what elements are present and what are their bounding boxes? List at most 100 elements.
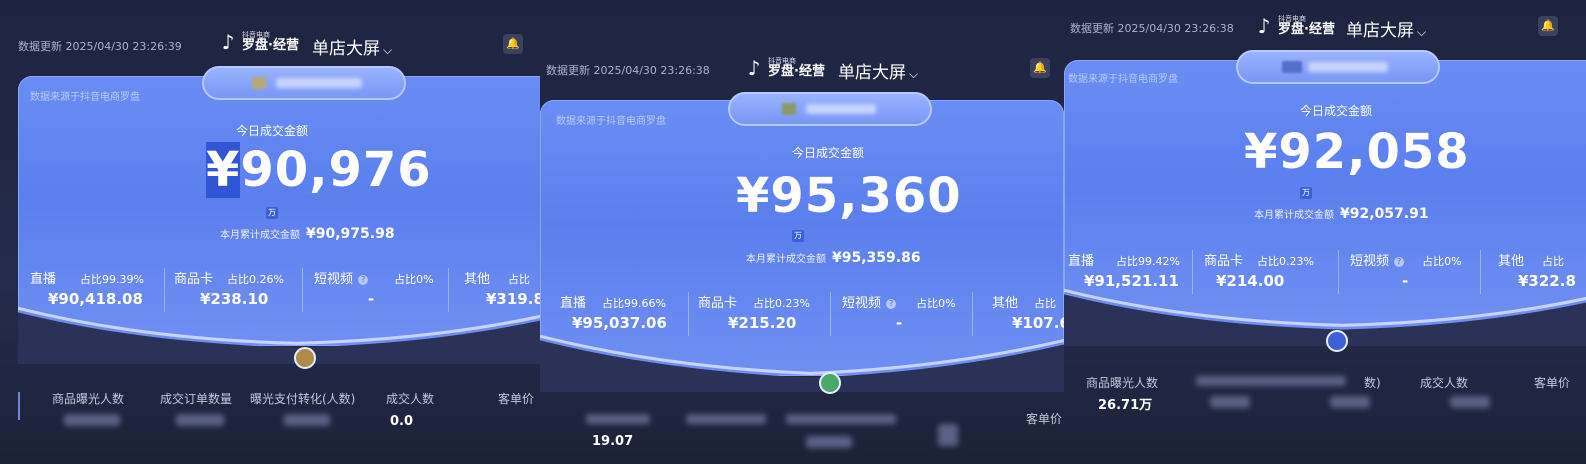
update-time: 数据更新 2025/04/30 23:26:39 [18,40,182,53]
metric-share: 占比0.26% [227,273,284,286]
today-sales-label: 今日成交金额 [1300,104,1373,118]
stat-label: 成交人数 [386,392,435,406]
shop-level-badge [1326,330,1348,352]
shop-name-redacted [276,78,362,88]
compass-logo: ♪ 抖音电商 罗盘·经营 [1254,14,1335,38]
stat-label-redacted [586,414,650,424]
data-source-note: 数据来源于抖音电商罗盘 [30,92,140,103]
metric-product-card: 商品卡 占比0.23% ¥214.00 [1204,250,1334,290]
today-sales-amount: ¥90,976 [206,142,432,198]
screen-title: 单店大屏 [312,39,380,59]
stat-label-redacted [686,414,766,424]
month-total-value: ¥92,057.91 [1340,206,1429,222]
shop-name-redacted [806,104,876,114]
card-wave [540,334,1064,392]
yen-symbol: ¥ [1244,124,1279,180]
tiktok-note-icon: ♪ [1257,14,1271,38]
yen-symbol[interactable]: ¥ [206,142,241,198]
stat-label: 商品曝光人数 [52,392,125,406]
today-sales-label: 今日成交金额 [236,124,309,138]
shop-name-pill[interactable] [728,92,932,126]
metric-short-video: 短视频 ? 占比0% - [842,292,972,332]
metric-share: 占比 [508,273,531,286]
screen-title-dropdown[interactable]: 单店大屏 ⌵ [838,58,918,83]
stat-value-redacted [176,414,224,426]
metric-other: 其他占比¥107.6 [992,292,1064,332]
bell-icon[interactable]: 🔔 [503,34,523,54]
info-icon[interactable]: ? [1394,257,1405,267]
amount-value: 95,360 [770,168,962,224]
metric-live: 直播 占比99.66% ¥95,037.06 [560,292,700,332]
info-icon[interactable]: ? [886,299,897,309]
chevron-down-icon: ⌵ [383,43,393,57]
metric-product-card: 商品卡 占比0.26% ¥238.10 [174,268,304,308]
metric-product-card: 商品卡 占比0.23% ¥215.20 [698,292,828,332]
card-wave [1064,288,1586,346]
sales-card: 数据来源于抖音电商罗盘 今日成交金额 ¥90,976 万 本月累计成交金额 ¥90… [18,76,540,364]
metric-name: 商品卡 [698,296,738,311]
metric-other: 其他 占比 ¥319.8 [464,268,540,308]
stat-value: 26.71万 [1098,398,1153,413]
stat-label: 客单价 [1534,376,1571,390]
metric-share: 占比0% [1422,255,1462,268]
screen-title: 单店大屏 [838,63,906,83]
stat-label-redacted [1196,376,1346,386]
stat-value: 0.0 [390,414,414,429]
metric-name: 商品卡 [1204,254,1244,269]
stat-label: 客单价 [1026,412,1063,426]
screen-title-dropdown[interactable]: 单店大屏 ⌵ [312,34,392,59]
shop-name-pill[interactable] [1236,50,1440,84]
today-sales-label: 今日成交金额 [792,146,865,160]
sales-card: 数据来源于抖音电商罗盘 今日成交金额 ¥92,058 万 本月累计成交金额 ¥92… [1064,60,1586,346]
stat-label: 成交订单数量 [160,392,233,406]
metric-name: 其他 [992,296,1019,311]
amount-value: 92,058 [1278,124,1470,180]
info-icon[interactable]: ? [358,275,369,285]
tiktok-note-icon: ♪ [221,30,235,54]
stat-value-redacted [1210,396,1250,408]
shop-name-redacted [1308,62,1388,72]
bell-icon[interactable]: 🔔 [1030,58,1050,78]
screen-title-dropdown[interactable]: 单店大屏 ⌵ [1346,16,1426,41]
compass-logo: ♪ 抖音电商 罗盘·经营 [744,56,825,80]
shop-avatar [1282,61,1302,73]
stat-label: 数) [1364,376,1381,390]
amount-value: 90,976 [240,142,432,198]
metric-name: 直播 [1068,254,1095,269]
metric-name: 其他 [1498,254,1525,269]
metric-share: 占比 [1542,255,1565,268]
header: 数据更新 2025/04/30 23:26:39 ♪ 抖音电商 罗盘·经营 单店大… [0,0,540,60]
stat-label: 成交人数 [1420,376,1469,390]
yen-symbol: ¥ [736,168,771,224]
metric-share: 占比0.23% [1257,255,1314,268]
stat-label-redacted [786,414,896,424]
logo-text: 罗盘·经营 [768,64,825,79]
metric-share: 占比0.23% [753,297,810,310]
sales-card: 数据来源于抖音电商罗盘 今日成交金额 ¥95,360 万 本月累计成交金额 ¥95… [540,100,1064,392]
screen-title: 单店大屏 [1346,21,1414,41]
stat-value-redacted [1330,396,1370,408]
update-time: 数据更新 2025/04/30 23:26:38 [1070,22,1234,35]
metric-share: 占比0% [394,273,434,286]
screen-panel-1: 数据更新 2025/04/30 23:26:39 ♪ 抖音电商 罗盘·经营 单店大… [0,0,540,464]
data-source-note: 数据来源于抖音电商罗盘 [1068,74,1178,85]
stat-value-redacted [64,414,120,426]
metric-share: 占比99.39% [80,273,144,286]
shop-name-pill[interactable] [202,66,406,100]
month-total: 本月累计成交金额 ¥92,057.91 [1254,206,1429,222]
card-wave [18,306,540,364]
stat-label: 商品曝光人数 [1086,376,1159,390]
metric-live: 直播 占比99.42% ¥91,521.11 [1068,250,1208,290]
month-total-value: ¥95,359.86 [832,250,921,266]
metric-name: 短视频 [1350,254,1390,269]
metric-name: 直播 [560,296,587,311]
month-total: 本月累计成交金额 ¥90,975.98 [220,226,395,242]
shop-level-badge [819,372,841,394]
bell-icon[interactable]: 🔔 [1538,16,1558,36]
chevron-down-icon: ⌵ [1417,25,1427,39]
stat-value: 19.07 [592,434,634,449]
metric-short-video: 短视频 ? 占比0% - [314,268,454,308]
stat-value-redacted [806,436,852,448]
stat-value-redacted [938,424,958,446]
logo-text: 罗盘·经营 [1278,22,1335,37]
